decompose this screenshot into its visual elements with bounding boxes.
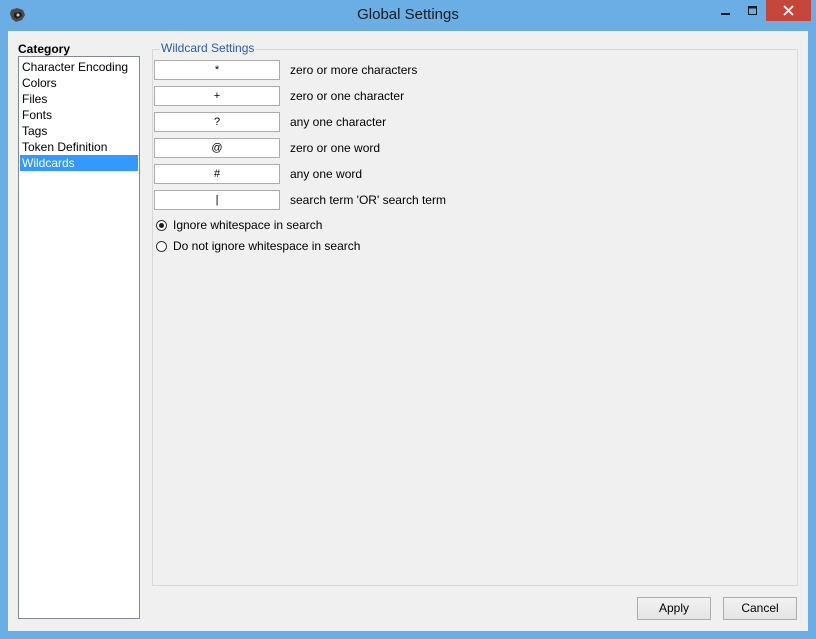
maximize-icon [748, 5, 757, 15]
wildcard-zero-or-one-word-input[interactable]: @ [154, 138, 280, 158]
wildcard-zero-or-one-char-input[interactable]: + [154, 86, 280, 106]
do-not-ignore-whitespace-radio[interactable] [156, 240, 167, 252]
category-item-token-definition[interactable]: Token Definition [20, 139, 138, 155]
category-item-character-encoding[interactable]: Character Encoding [20, 59, 138, 75]
ignore-whitespace-radio[interactable] [156, 219, 167, 231]
title-bar[interactable]: Global Settings [0, 0, 816, 31]
ignore-whitespace-option[interactable]: Ignore whitespace in search [156, 217, 322, 233]
maximize-button[interactable] [740, 0, 766, 21]
category-item-files[interactable]: Files [20, 91, 138, 107]
category-list[interactable]: Character Encoding Colors Files Fonts Ta… [18, 56, 140, 619]
close-button[interactable] [766, 0, 811, 21]
wildcard-settings-legend: Wildcard Settings [160, 41, 256, 55]
category-item-fonts[interactable]: Fonts [20, 107, 138, 123]
do-not-ignore-whitespace-label: Do not ignore whitespace in search [173, 239, 361, 253]
cancel-button[interactable]: Cancel [723, 597, 797, 620]
minimize-button[interactable] [712, 0, 740, 21]
dialog-client-area: Category Character Encoding Colors Files… [8, 31, 808, 631]
wildcard-any-one-word-input[interactable]: # [154, 164, 280, 184]
wildcard-any-one-char-input[interactable]: ? [154, 112, 280, 132]
global-settings-window: Global Settings Category Character Encod… [0, 0, 816, 639]
wildcard-any-one-word-label: any one word [290, 167, 363, 181]
wildcard-zero-or-one-char-label: zero or one character [290, 89, 405, 103]
close-icon [783, 5, 794, 16]
ignore-whitespace-label: Ignore whitespace in search [173, 218, 323, 232]
do-not-ignore-whitespace-option[interactable]: Do not ignore whitespace in search [156, 238, 360, 254]
wildcard-or-input[interactable]: | [154, 190, 280, 210]
category-item-wildcards[interactable]: Wildcards [20, 155, 138, 171]
apply-button[interactable]: Apply [637, 597, 711, 620]
wildcard-or-label: search term 'OR' search term [290, 193, 446, 207]
wildcard-zero-or-more-label: zero or more characters [290, 63, 418, 77]
wildcard-zero-or-more-input[interactable]: * [154, 60, 280, 80]
minimize-icon [721, 12, 730, 15]
wildcard-zero-or-one-word-label: zero or one word [290, 141, 381, 155]
wildcard-any-one-char-label: any one character [290, 115, 387, 129]
category-item-tags[interactable]: Tags [20, 123, 138, 139]
category-heading: Category [18, 42, 71, 56]
window-title: Global Settings [357, 6, 459, 23]
category-item-colors[interactable]: Colors [20, 75, 138, 91]
